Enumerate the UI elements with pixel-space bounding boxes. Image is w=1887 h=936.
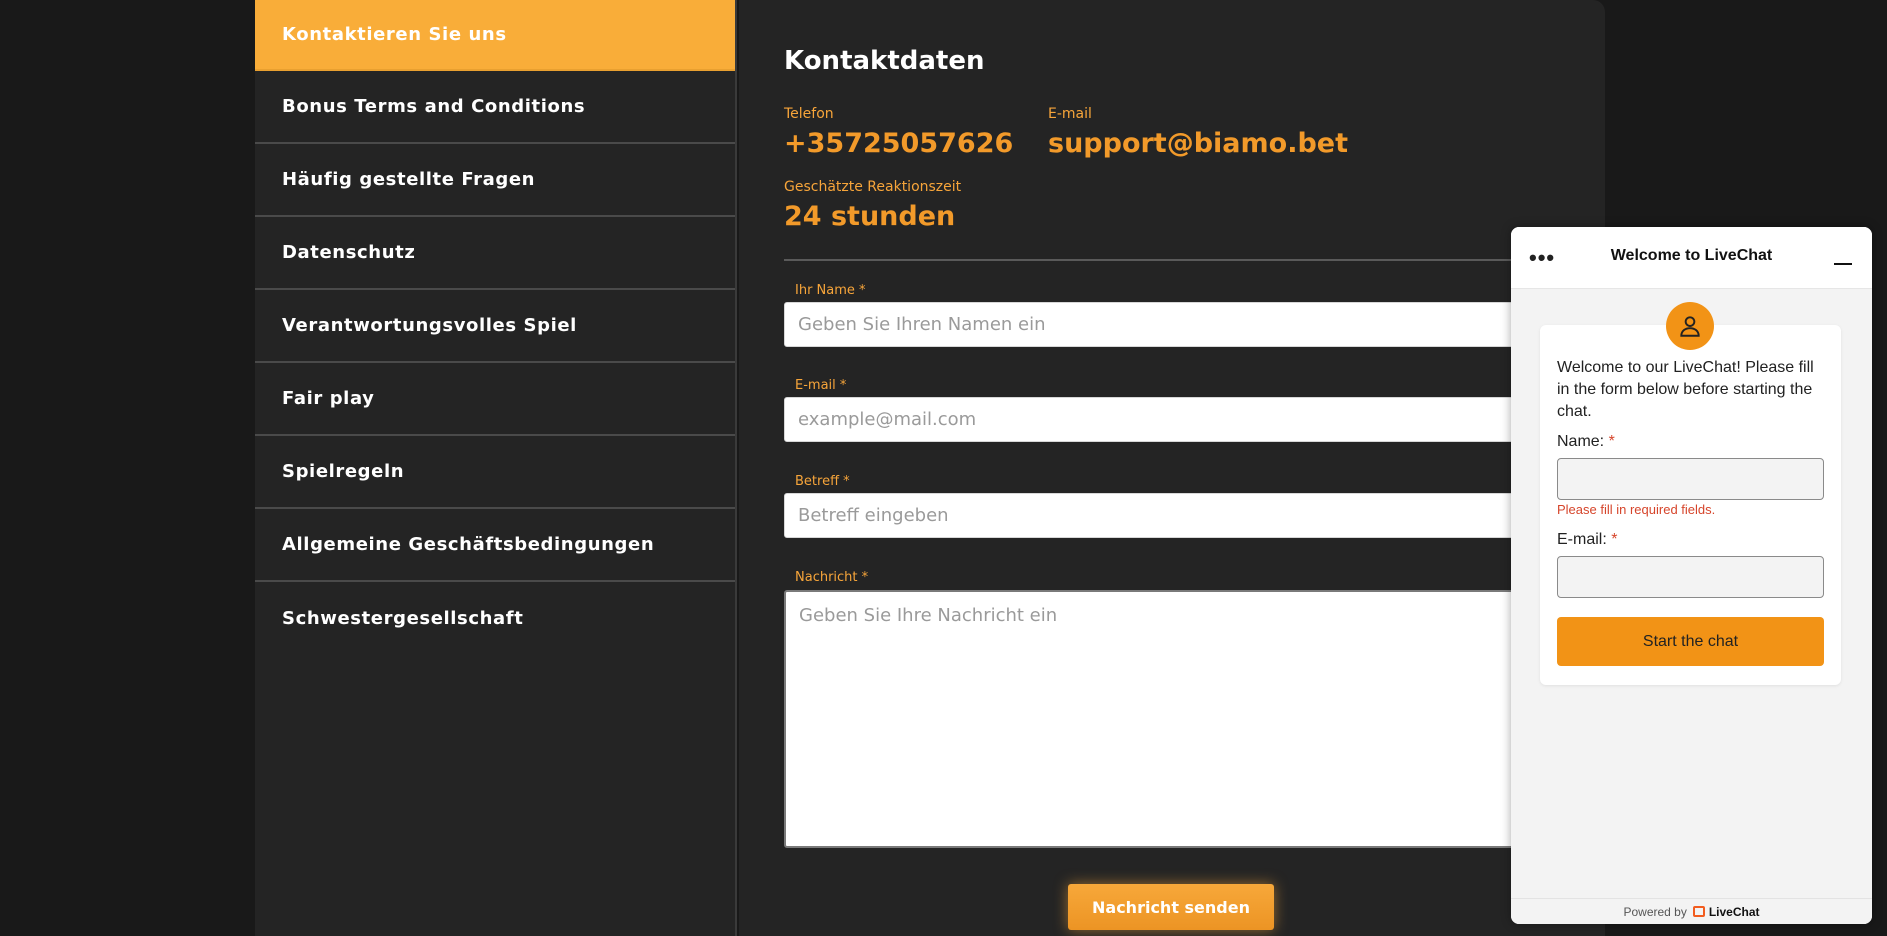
sidebar-item-fair-play[interactable]: Fair play (255, 363, 735, 436)
powered-by-text: Powered by (1623, 904, 1687, 919)
chat-name-input[interactable] (1557, 458, 1824, 500)
sidebar-item-game-rules[interactable]: Spielregeln (255, 436, 735, 509)
sidebar-item-label: Fair play (282, 388, 375, 409)
chat-name-label: Name: * (1557, 433, 1615, 451)
chat-name-label-text: Name: (1557, 433, 1605, 450)
livechat-widget: ••• Welcome to LiveChat Welcome to our L… (1511, 227, 1872, 924)
message-textarea[interactable] (784, 590, 1564, 848)
chat-email-label: E-mail: * (1557, 531, 1617, 549)
sidebar-item-privacy[interactable]: Datenschutz (255, 217, 735, 290)
sidebar-nav: Kontaktieren Sie uns Bonus Terms and Con… (255, 0, 737, 936)
required-mark: * (1611, 531, 1618, 548)
chat-header: ••• Welcome to LiveChat (1511, 227, 1872, 289)
email-input[interactable] (784, 397, 1564, 442)
sidebar-item-sister-company[interactable]: Schwestergesellschaft (255, 582, 735, 655)
sidebar-item-faq[interactable]: Häufig gestellte Fragen (255, 144, 735, 217)
sidebar-item-responsible-gaming[interactable]: Verantwortungsvolles Spiel (255, 290, 735, 363)
chat-email-label-text: E-mail: (1557, 531, 1607, 548)
chat-email-input[interactable] (1557, 556, 1824, 598)
user-avatar-icon (1666, 302, 1714, 350)
subject-field-label: Betreff * (795, 474, 850, 489)
chat-title: Welcome to LiveChat (1610, 247, 1773, 264)
name-input[interactable] (784, 302, 1564, 347)
phone-value[interactable]: +35725057626 (784, 128, 1013, 159)
sidebar-item-label: Datenschutz (282, 242, 416, 263)
response-time-label: Geschätzte Reaktionszeit (784, 179, 962, 195)
name-field-label: Ihr Name * (795, 283, 866, 298)
livechat-brand[interactable]: LiveChat (1709, 905, 1760, 919)
sidebar-item-label: Allgemeine Geschäftsbedingungen (282, 534, 655, 555)
sidebar-item-label: Spielregeln (282, 461, 405, 482)
subject-input[interactable] (784, 493, 1564, 538)
prechat-form: Welcome to our LiveChat! Please fill in … (1540, 302, 1841, 685)
sidebar-item-label: Bonus Terms and Conditions (282, 96, 586, 117)
email-field-label: E-mail * (795, 378, 847, 393)
response-time-value: 24 stunden (784, 201, 956, 232)
chat-welcome-text: Welcome to our LiveChat! Please fill in … (1557, 359, 1814, 420)
livechat-logo-icon (1692, 906, 1705, 917)
section-divider (784, 259, 1564, 261)
sidebar-item-bonus-terms[interactable]: Bonus Terms and Conditions (255, 71, 735, 144)
chat-error-message: Please fill in required fields. (1557, 502, 1716, 517)
page: Kontaktieren Sie uns Bonus Terms and Con… (0, 0, 1887, 936)
minimize-icon[interactable] (1834, 263, 1852, 265)
email-value[interactable]: support@biamo.bet (1048, 128, 1348, 159)
sidebar-item-label: Kontaktieren Sie uns (282, 24, 507, 45)
send-message-button[interactable]: Nachricht senden (1068, 884, 1274, 930)
start-chat-button[interactable]: Start the chat (1557, 617, 1824, 666)
sidebar-item-label: Verantwortungsvolles Spiel (282, 315, 577, 336)
chat-footer: Powered by LiveChat (1511, 898, 1872, 924)
sidebar-item-terms[interactable]: Allgemeine Geschäftsbedingungen (255, 509, 735, 582)
message-field-label: Nachricht * (795, 570, 869, 585)
contact-panel: Kontaktdaten Telefon +35725057626 E-mail… (739, 0, 1605, 936)
required-mark: * (1608, 433, 1615, 450)
email-label: E-mail (1048, 106, 1092, 122)
sidebar-item-label: Schwestergesellschaft (282, 608, 524, 629)
sidebar-item-contact[interactable]: Kontaktieren Sie uns (255, 0, 735, 71)
phone-label: Telefon (784, 106, 834, 122)
sidebar-item-label: Häufig gestellte Fragen (282, 169, 536, 190)
page-title: Kontaktdaten (784, 46, 985, 76)
